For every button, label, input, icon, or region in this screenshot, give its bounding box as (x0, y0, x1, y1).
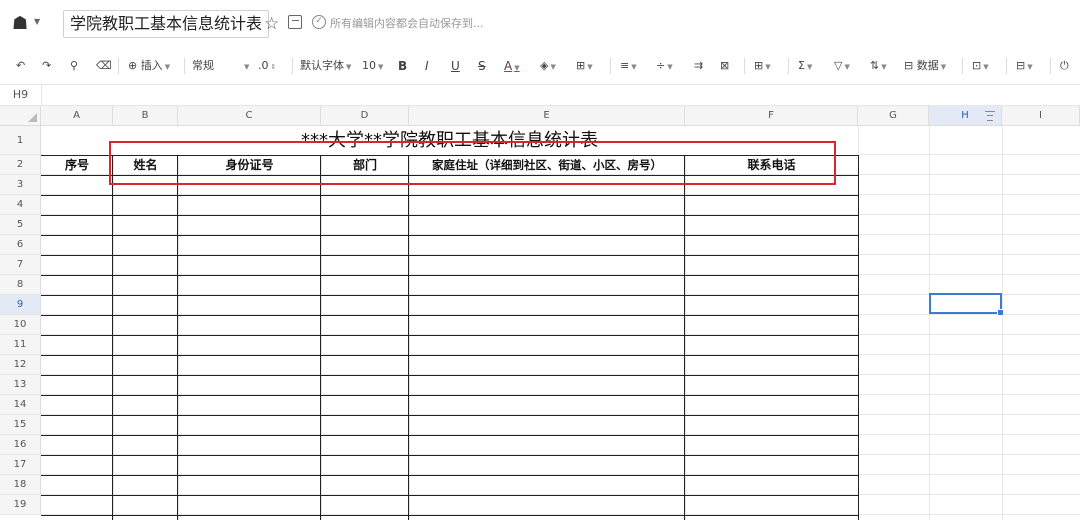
row-header-19[interactable]: 19 (0, 495, 41, 515)
font-family-value: 默认字体 (300, 59, 344, 72)
merge-cells-icon[interactable]: ⊠ (720, 58, 729, 74)
filter-icon[interactable]: ▽ ▼ (834, 58, 850, 74)
row-header-16[interactable]: 16 (0, 435, 41, 455)
saved-status-icon: ✓ (312, 15, 326, 29)
formula-bar: H9 (0, 84, 1080, 106)
horizontal-align-icon[interactable]: ≡ ▼ (620, 58, 637, 74)
row-header-12[interactable]: 12 (0, 355, 41, 375)
insert-label: 插入 (140, 59, 163, 72)
document-title[interactable]: 学院教职工基本信息统计表 (63, 10, 270, 38)
insert-button[interactable]: ⊕ 插入 ▼ (128, 58, 170, 74)
row-header-6[interactable]: 6 (0, 235, 41, 255)
spreadsheet-grid[interactable]: A B C D E F G H I 1 2 3 4 5 6 7 8 9 10 1… (0, 106, 1080, 520)
font-size-value: 10 (362, 59, 376, 72)
number-format-value: 常规 (192, 59, 214, 72)
table-icon[interactable]: ⊞ ▼ (754, 58, 771, 74)
sum-icon[interactable]: Σ ▼ (798, 58, 812, 74)
strikethrough-button[interactable]: S (478, 58, 486, 74)
toolbar: ↶ ↷ ⚲ ⌫ ⊕ 插入 ▼ 常规 ▼ .0 ⇕ 默认字体 ▼ 10 ▼ B I U S … (0, 48, 1080, 84)
title-bar: ☗ ▼ 学院教职工基本信息统计表 ☆ ✓ 所有编辑内容都会自动保存到... (0, 0, 1080, 48)
cell-reference-box[interactable]: H9 (0, 85, 42, 105)
column-header-a[interactable]: A (41, 106, 113, 126)
bold-button[interactable]: B (398, 58, 407, 74)
freeze-icon[interactable]: ⊟ ▼ (1016, 58, 1033, 74)
row-header-8[interactable]: 8 (0, 275, 41, 295)
column-h-label: H (961, 110, 969, 121)
move-to-folder-icon[interactable] (288, 15, 302, 29)
column-header-g[interactable]: G (858, 106, 929, 126)
fill-color-icon[interactable]: ◈ ▼ (540, 58, 556, 74)
row-header-13[interactable]: 13 (0, 375, 41, 395)
vertical-align-icon[interactable]: ÷ ▼ (656, 58, 673, 74)
row-header-10[interactable]: 10 (0, 315, 41, 335)
home-icon[interactable]: ☗ (12, 14, 32, 34)
row-header-17[interactable]: 17 (0, 455, 41, 475)
row-header-3[interactable]: 3 (0, 175, 41, 195)
italic-button[interactable]: I (425, 58, 429, 74)
red-highlight-box (109, 141, 836, 185)
star-icon[interactable]: ☆ (264, 14, 279, 34)
border-icon[interactable]: ⊞ ▼ (576, 58, 593, 74)
font-color-label: A (504, 59, 513, 73)
row-header-11[interactable]: 11 (0, 335, 41, 355)
column-header-c[interactable]: C (178, 106, 321, 126)
column-filter-icon[interactable] (985, 111, 995, 121)
header-cell-index[interactable]: 序号 (41, 155, 113, 175)
row-header-15[interactable]: 15 (0, 415, 41, 435)
number-format-select[interactable]: 常规 ▼ (192, 58, 249, 74)
data-menu-button[interactable]: ⊟ 数据 ▼ (904, 58, 946, 74)
column-header-b[interactable]: B (113, 106, 178, 126)
redo-icon[interactable]: ↷ (42, 58, 51, 74)
clear-format-icon[interactable]: ⌫ (96, 58, 112, 74)
data-icon: ⊟ (904, 59, 914, 72)
font-color-button[interactable]: A ▼ (504, 58, 520, 74)
selected-cell-h9[interactable] (929, 293, 1004, 316)
row-header-18[interactable]: 18 (0, 475, 41, 495)
row-header-14[interactable]: 14 (0, 395, 41, 415)
font-size-select[interactable]: 10 ▼ (362, 58, 383, 74)
light-gridlines (41, 126, 1080, 520)
lock-icon[interactable]: ⊡ ▼ (972, 58, 989, 74)
row-header-9[interactable]: 9 (0, 295, 41, 315)
decimal-places-stepper[interactable]: .0 ⇕ (258, 58, 276, 74)
home-menu-caret-icon[interactable]: ▼ (34, 17, 40, 26)
row-header-4[interactable]: 4 (0, 195, 41, 215)
font-family-select[interactable]: 默认字体 ▼ (300, 58, 351, 74)
column-header-e[interactable]: E (409, 106, 685, 126)
row-header-1[interactable]: 1 (0, 126, 41, 155)
column-header-f[interactable]: F (685, 106, 858, 126)
autosave-status: 所有编辑内容都会自动保存到... (330, 17, 484, 30)
row-header-5[interactable]: 5 (0, 215, 41, 235)
wrap-text-icon[interactable]: ⇉ (694, 58, 703, 74)
decimal-label: .0 (258, 59, 269, 72)
data-label: 数据 (916, 59, 939, 72)
row-header-7[interactable]: 7 (0, 255, 41, 275)
plus-circle-icon: ⊕ (128, 59, 138, 72)
column-header-d[interactable]: D (321, 106, 409, 126)
select-all-corner[interactable] (0, 106, 41, 126)
row-header-2[interactable]: 2 (0, 155, 41, 175)
underline-button[interactable]: U (451, 58, 460, 74)
undo-icon[interactable]: ↶ (16, 58, 25, 74)
column-header-h[interactable]: H (929, 106, 1002, 126)
sort-icon[interactable]: ⇅ ▼ (870, 58, 887, 74)
format-painter-icon[interactable]: ⚲ (70, 58, 78, 74)
column-header-i[interactable]: I (1002, 106, 1080, 126)
plugin-icon[interactable]: ⏻ (1060, 58, 1069, 74)
